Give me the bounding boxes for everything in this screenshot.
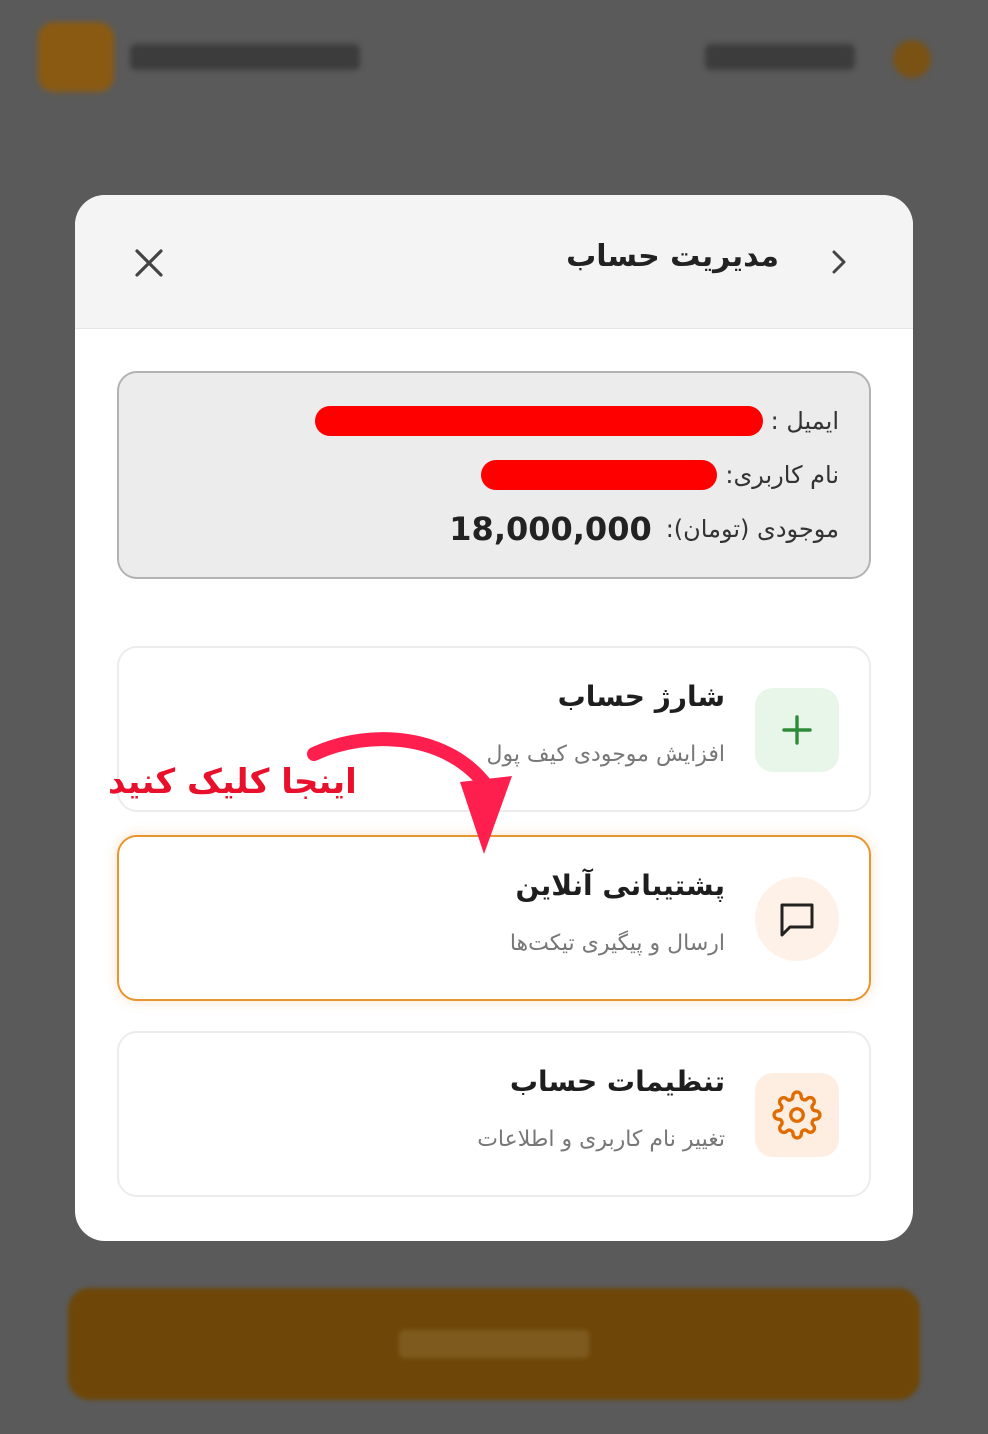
email-label: ایمیل : xyxy=(770,407,839,435)
chat-bubble-icon xyxy=(780,903,814,937)
option-subtitle: افزایش موجودی کیف پول xyxy=(486,742,725,767)
background-logo xyxy=(38,22,114,92)
plus-icon xyxy=(782,715,812,745)
email-row: ایمیل : xyxy=(314,401,839,441)
chevron-right-icon[interactable] xyxy=(825,245,853,279)
background-header xyxy=(0,0,988,120)
chat-icon-container xyxy=(755,877,839,961)
redaction-mark xyxy=(314,406,763,436)
background-text xyxy=(705,44,855,70)
balance-label: موجودی (تومان): xyxy=(665,515,839,543)
background-text xyxy=(130,44,360,70)
option-title: تنظیمات حساب xyxy=(509,1065,725,1098)
plus-icon-container xyxy=(755,688,839,772)
modal-title: مدیریت حساب xyxy=(566,239,779,274)
annotation-text: اینجا کلیک کنید xyxy=(108,762,357,802)
account-management-modal: مدیریت حساب ایمیل : نام کاربری: موجودی (… xyxy=(75,195,913,1241)
redaction-mark xyxy=(481,460,718,490)
account-info-card: ایمیل : نام کاربری: موجودی (تومان): 18,0… xyxy=(117,371,871,579)
balance-value: 18,000,000 xyxy=(449,510,652,548)
background-button xyxy=(68,1288,920,1400)
balance-row: موجودی (تومان): 18,000,000 xyxy=(449,509,839,549)
gear-icon xyxy=(772,1090,822,1140)
modal-header: مدیریت حساب xyxy=(75,195,913,329)
option-title: شارژ حساب xyxy=(557,680,725,713)
username-row: نام کاربری: xyxy=(481,455,839,495)
username-label: نام کاربری: xyxy=(725,461,839,489)
gear-icon-container xyxy=(755,1073,839,1157)
option-title: پشتیبانی آنلاین xyxy=(515,869,725,902)
account-settings-option[interactable]: تنظیمات حساب تغییر نام کاربری و اطلاعات xyxy=(117,1031,871,1197)
option-subtitle: ارسال و پیگیری تیکت‌ها xyxy=(509,931,725,956)
close-icon[interactable] xyxy=(131,245,167,281)
option-subtitle: تغییر نام کاربری و اطلاعات xyxy=(477,1127,725,1152)
background-icon xyxy=(893,40,931,78)
